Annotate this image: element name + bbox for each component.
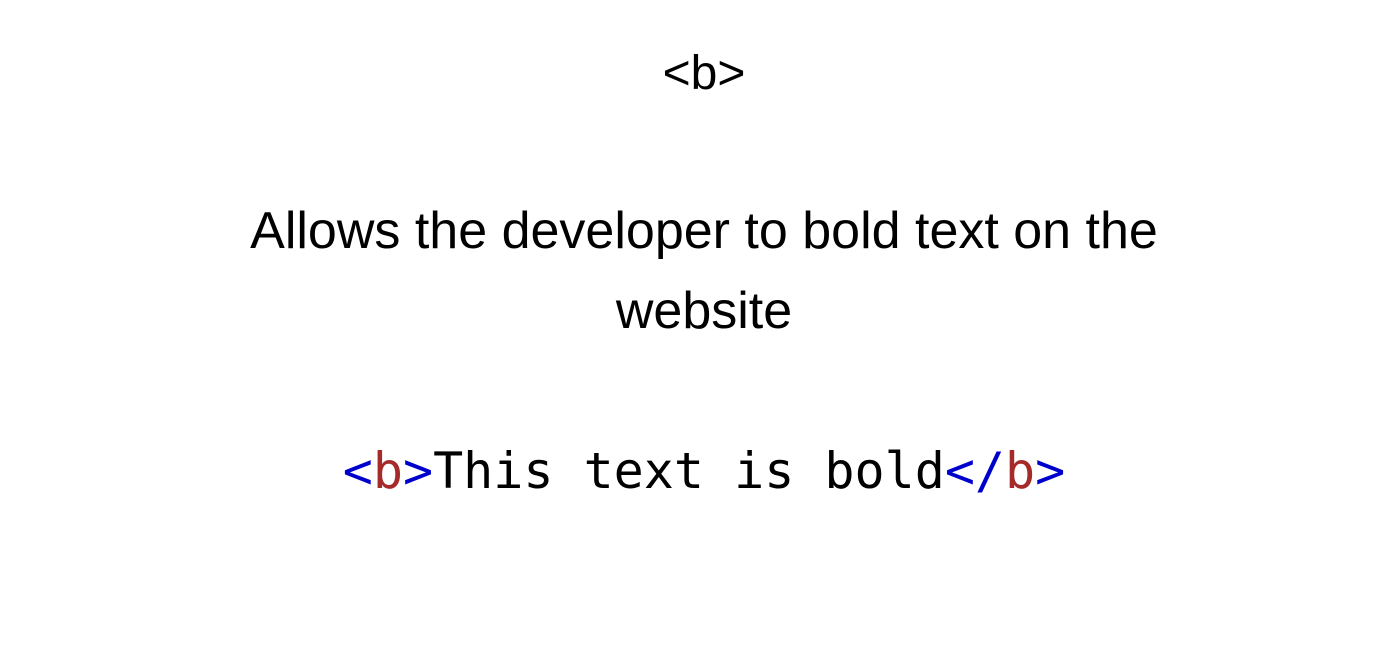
tag-description: Allows the developer to bold text on the… bbox=[250, 202, 1158, 340]
open-tag-right-bracket: > bbox=[402, 442, 434, 500]
close-tag-left-bracket: </ bbox=[944, 442, 1006, 500]
open-tag-left-bracket: < bbox=[342, 442, 373, 500]
open-tag-name: b bbox=[372, 442, 403, 500]
code-example: <b>This text is bold</b> bbox=[0, 436, 1380, 506]
tag-title: <b> bbox=[662, 47, 746, 100]
close-tag-name: b bbox=[1005, 442, 1036, 500]
slide: <b> Allows the developer to bold text on… bbox=[0, 0, 1380, 646]
example-content: This text is bold bbox=[433, 442, 945, 500]
close-tag-right-bracket: > bbox=[1035, 442, 1066, 500]
